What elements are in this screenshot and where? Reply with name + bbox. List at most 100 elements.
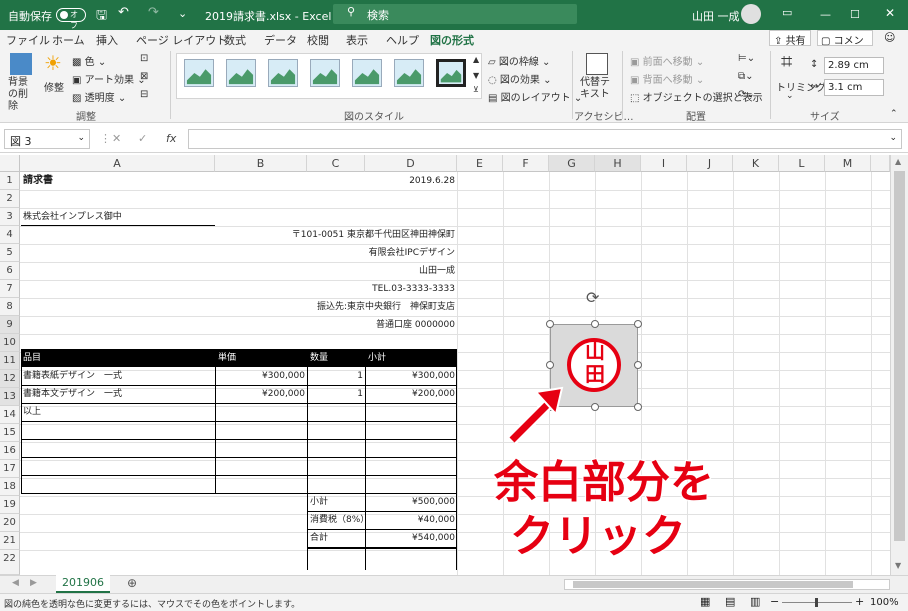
column-header[interactable]: A	[20, 155, 215, 172]
gallery-up-icon[interactable]: ▲	[473, 55, 479, 64]
row-header[interactable]: 7	[0, 280, 20, 298]
resize-handle-w[interactable]	[546, 361, 554, 369]
row-header[interactable]: 17	[0, 460, 20, 478]
style-thumb-4[interactable]	[310, 59, 340, 87]
alt-text-button[interactable]: 代替テキスト	[580, 77, 614, 101]
column-header[interactable]: E	[457, 155, 503, 172]
align-icon[interactable]: ⊨⌄	[738, 53, 755, 64]
header-price[interactable]: 単価	[218, 349, 236, 367]
share-button[interactable]: ⇪ 共有	[769, 30, 811, 47]
remove-background-button[interactable]: 背景の削除	[8, 77, 36, 113]
name-box[interactable]: 図 3 ⌄	[4, 129, 90, 149]
smiley-icon[interactable]: ☺	[884, 31, 895, 44]
column-header[interactable]: I	[641, 155, 687, 172]
tab-review[interactable]: 校閲	[307, 32, 329, 48]
cell-account[interactable]: 普通口座 0000000	[240, 316, 455, 334]
cell-client[interactable]: 株式会社インプレス御中	[23, 208, 122, 226]
resize-handle-nw[interactable]	[546, 320, 554, 328]
tab-file[interactable]: ファイル	[6, 32, 50, 48]
style-thumb-5[interactable]	[352, 59, 382, 87]
cell-tel[interactable]: TEL.03-3333-3333	[240, 280, 455, 298]
cell-date[interactable]: 2019.6.28	[365, 172, 455, 190]
corrections-button[interactable]: 修整	[44, 79, 64, 94]
scroll-up-icon[interactable]: ▲	[895, 157, 901, 166]
cell-name[interactable]: 山田一成	[240, 262, 455, 280]
prev-sheet-icon[interactable]: ◀	[12, 578, 19, 588]
autosave-toggle[interactable]: オフ	[56, 8, 86, 30]
row-header[interactable]: 14	[0, 406, 20, 424]
artistic-effects-button[interactable]: ▣ アート効果 ⌄	[72, 71, 146, 86]
compress-icon[interactable]: ⊡	[140, 53, 148, 64]
enter-icon[interactable]: ✓	[138, 132, 147, 145]
row1-qty[interactable]: 1	[307, 367, 363, 385]
row-header[interactable]: 16	[0, 442, 20, 460]
resize-handle-e[interactable]	[634, 361, 642, 369]
row-header[interactable]: 19	[0, 496, 20, 514]
zoom-out-icon[interactable]: −	[770, 595, 779, 608]
select-all-corner[interactable]	[0, 155, 20, 172]
column-header[interactable]: K	[733, 155, 779, 172]
close-icon[interactable]: ✕	[885, 6, 895, 20]
total-value[interactable]: ¥540,000	[365, 529, 455, 547]
resize-handle-se[interactable]	[634, 403, 642, 411]
header-item[interactable]: 品目	[23, 349, 41, 367]
column-header[interactable]: J	[687, 155, 733, 172]
header-qty[interactable]: 数量	[310, 349, 328, 367]
avatar[interactable]	[741, 4, 761, 24]
row-header[interactable]: 22	[0, 550, 20, 575]
normal-view-icon[interactable]: ▦	[700, 595, 710, 608]
resize-handle-ne[interactable]	[634, 320, 642, 328]
row-header[interactable]: 4	[0, 226, 20, 244]
rotate-icon[interactable]: ⟳⌄	[738, 89, 755, 100]
search-box[interactable]: ⚲ 検索	[333, 4, 577, 24]
worksheet-grid[interactable]: A B C D E F G H I J K L M 1 2 3 4 5 6 7 …	[0, 155, 890, 575]
column-header[interactable]	[871, 155, 890, 172]
scroll-thumb[interactable]	[894, 171, 905, 541]
style-thumb-3[interactable]	[268, 59, 298, 87]
save-icon[interactable]: 🖫	[96, 6, 107, 28]
transparency-button[interactable]: ▨ 透明度 ⌄	[72, 89, 126, 104]
horizontal-scrollbar[interactable]	[564, 579, 890, 590]
minimize-icon[interactable]: —	[820, 8, 831, 21]
column-header[interactable]: H	[595, 155, 641, 172]
header-subtotal[interactable]: 小計	[368, 349, 386, 367]
zoom-in-icon[interactable]: +	[855, 595, 864, 608]
page-break-view-icon[interactable]: ▥	[750, 595, 760, 608]
row-header[interactable]: 2	[0, 190, 20, 208]
cell-title[interactable]: 請求書	[23, 172, 53, 190]
column-header[interactable]: F	[503, 155, 549, 172]
style-thumb-7[interactable]	[436, 59, 466, 87]
row2-item[interactable]: 書籍本文デザイン 一式	[23, 385, 122, 403]
vertical-scrollbar[interactable]: ▲ ▼	[890, 155, 908, 575]
ribbon-display-icon[interactable]: ▭	[782, 6, 792, 19]
column-header[interactable]: C	[307, 155, 365, 172]
row2-price[interactable]: ¥200,000	[215, 385, 305, 403]
page-layout-view-icon[interactable]: ▤	[725, 595, 735, 608]
width-input[interactable]: 3.1 cm	[824, 79, 884, 96]
tab-page-layout[interactable]: ページ レイアウト	[136, 32, 227, 48]
gallery-more-icon[interactable]: ⊻	[473, 85, 479, 94]
row-header[interactable]: 13	[0, 388, 20, 406]
zoom-slider-thumb[interactable]	[815, 598, 818, 607]
resize-handle-s[interactable]	[591, 403, 599, 411]
style-thumb-6[interactable]	[394, 59, 424, 87]
group-icon[interactable]: ⧉⌄	[738, 71, 754, 82]
tab-home[interactable]: ホーム	[52, 32, 85, 48]
collapse-ribbon-icon[interactable]: ⌃	[890, 109, 898, 119]
selected-stamp-image[interactable]: 山田	[550, 324, 638, 407]
comment-button[interactable]: ▢ コメント	[817, 30, 873, 62]
picture-effects-button[interactable]: ◌ 図の効果 ⌄	[488, 71, 551, 86]
row-header[interactable]: 12	[0, 370, 20, 388]
picture-border-button[interactable]: ▱ 図の枠線 ⌄	[488, 53, 550, 68]
column-header[interactable]: G	[549, 155, 595, 172]
redo-icon[interactable]: ↷	[148, 5, 159, 20]
cell-address[interactable]: 〒101-0051 東京都千代田区神田神保町	[240, 226, 455, 244]
column-header[interactable]: M	[825, 155, 871, 172]
row-header[interactable]: 18	[0, 478, 20, 496]
cell-bank[interactable]: 振込先:東京中央銀行 神保町支店	[240, 298, 455, 316]
row2-subtotal[interactable]: ¥200,000	[365, 385, 455, 403]
row-header[interactable]: 21	[0, 532, 20, 550]
height-input[interactable]: 2.89 cm	[824, 57, 884, 74]
maximize-icon[interactable]: ☐	[850, 8, 860, 21]
scroll-down-icon[interactable]: ▼	[895, 561, 901, 570]
